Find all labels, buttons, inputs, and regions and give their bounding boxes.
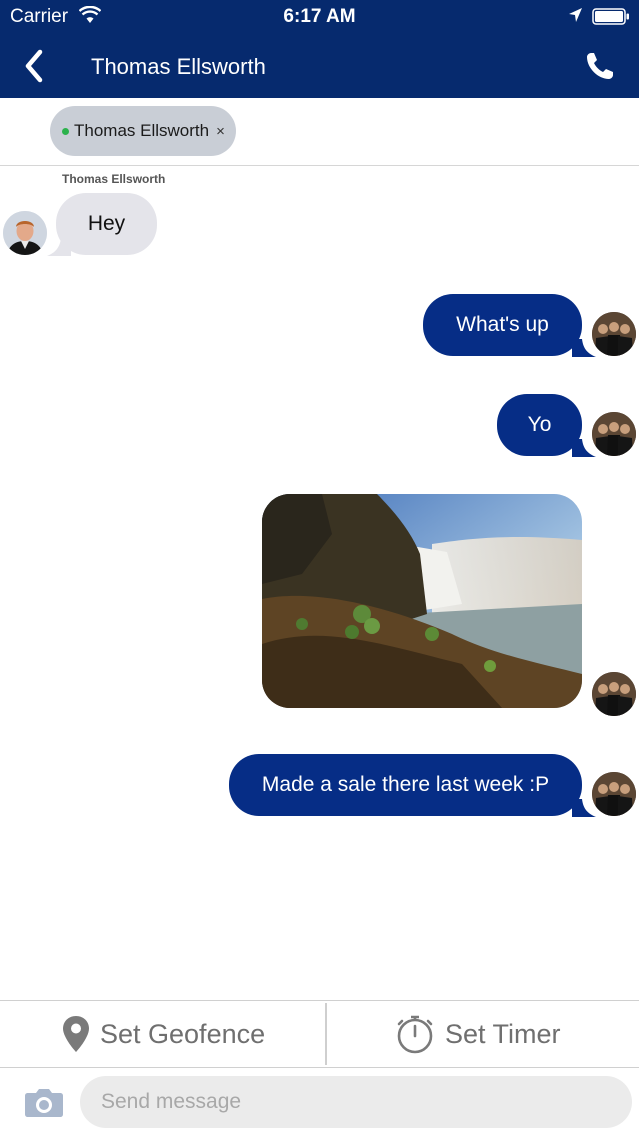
message-text: Yo bbox=[527, 413, 552, 436]
message-bubble-incoming[interactable]: Hey bbox=[56, 193, 157, 255]
avatar bbox=[592, 772, 636, 816]
action-bar: Set Geofence Set Timer bbox=[0, 1000, 639, 1068]
message-sender-name: Thomas Ellsworth bbox=[62, 172, 166, 186]
recipient-name: Thomas Ellsworth bbox=[74, 121, 210, 140]
map-pin-icon bbox=[63, 1016, 89, 1052]
camera-icon[interactable] bbox=[24, 1086, 64, 1118]
message-input[interactable] bbox=[80, 1076, 632, 1128]
recipient-bar: Thomas Ellsworth × bbox=[0, 98, 639, 166]
divider bbox=[325, 1003, 327, 1065]
status-time: 6:17 AM bbox=[283, 6, 356, 27]
location-arrow-icon bbox=[569, 8, 582, 22]
avatar-self-image bbox=[592, 312, 636, 356]
message-bubble-outgoing[interactable]: Made a sale there last week :P bbox=[229, 754, 582, 816]
avatar bbox=[3, 211, 47, 255]
nav-bar: Thomas Ellsworth bbox=[0, 34, 639, 98]
remove-recipient-icon[interactable]: × bbox=[216, 123, 225, 140]
waterfall-photo bbox=[262, 494, 582, 708]
avatar-thomas-image bbox=[3, 211, 47, 255]
recipient-chip[interactable]: Thomas Ellsworth × bbox=[50, 106, 236, 156]
set-timer-label: Set Timer bbox=[445, 1018, 561, 1049]
image-message[interactable] bbox=[262, 494, 582, 708]
online-status-dot bbox=[62, 127, 69, 135]
message-text: What's up bbox=[456, 313, 549, 336]
chevron-left-icon[interactable] bbox=[20, 48, 50, 84]
bubble-tail bbox=[47, 238, 71, 256]
avatar bbox=[592, 312, 636, 356]
message-bubble-outgoing[interactable]: What's up bbox=[423, 294, 582, 356]
avatar bbox=[592, 412, 636, 456]
battery-icon bbox=[592, 8, 629, 25]
message-bubble-outgoing[interactable]: Yo bbox=[497, 394, 582, 456]
set-geofence-label: Set Geofence bbox=[100, 1018, 266, 1049]
message-text: Hey bbox=[87, 212, 126, 235]
message-text: Made a sale there last week :P bbox=[261, 773, 550, 796]
message-composer bbox=[0, 1068, 639, 1136]
avatar bbox=[592, 672, 636, 716]
avatar-self-image bbox=[592, 412, 636, 456]
conversation-title: Thomas Ellsworth bbox=[91, 54, 266, 79]
set-geofence-button[interactable]: Set Geofence bbox=[62, 1001, 265, 1067]
avatar-self-image bbox=[592, 772, 636, 816]
set-timer-button[interactable]: Set Timer bbox=[395, 1001, 561, 1067]
status-bar: Carrier 6:17 AM bbox=[0, 0, 639, 34]
phone-icon[interactable] bbox=[584, 50, 616, 82]
stopwatch-icon bbox=[397, 1015, 433, 1054]
avatar-self-image bbox=[592, 672, 636, 716]
